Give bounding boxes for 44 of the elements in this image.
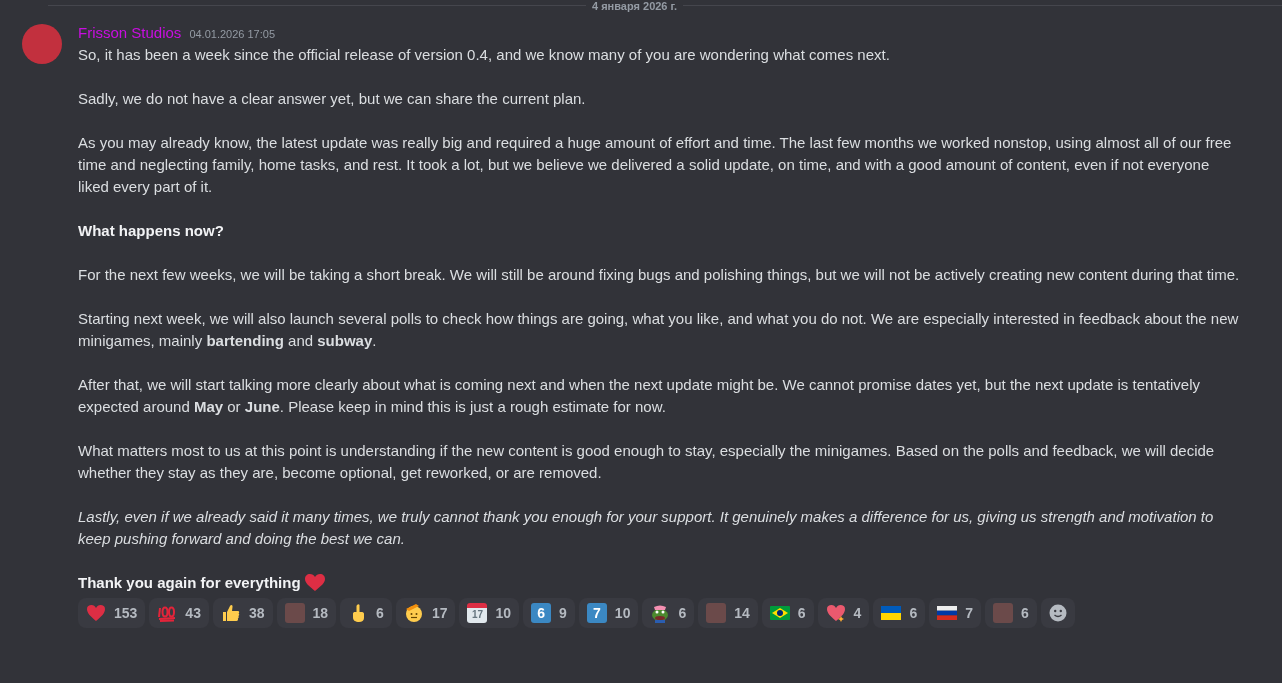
reaction-button[interactable]: 38 <box>212 598 273 628</box>
flag-icon <box>881 606 902 620</box>
heart-icon <box>86 603 106 623</box>
keycap-digit: 7 <box>586 603 607 623</box>
add-reaction-button[interactable] <box>1040 598 1075 628</box>
reaction-button[interactable]: 7 10 <box>578 598 639 628</box>
reaction-button[interactable]: 7 <box>929 598 981 628</box>
reaction-button[interactable]: 43 <box>149 598 209 628</box>
reaction-button[interactable]: 153 <box>78 598 146 628</box>
reaction-button[interactable]: 17 <box>395 598 456 628</box>
thumbs-up-icon <box>220 603 241 623</box>
reaction-button[interactable]: 6 <box>340 598 392 628</box>
message-paragraph: Starting next week, we will also launch several polls to check how things are going, what you like, and what you do not. We are especially interested in feedback about the new minigames, mainly bartending and subway. <box>78 309 1240 351</box>
reaction-button[interactable]: 6 <box>985 598 1037 628</box>
frog-icon <box>650 603 671 623</box>
reaction-button[interactable]: 4 <box>817 598 870 628</box>
message-paragraph: After that, we will start talking more clearly about what is coming next and when the next update might be. We cannot promise dates yet, but the next update is tentatively expected around May or June. Please keep in mind this is just a rough estimate for now. <box>78 375 1201 417</box>
closing-paragraph: Lastly, even if we already said it many times, we truly cannot thank you enough for your support. It genuinely makes a difference for us, giving us strength and motivation to keep pushing forward and doing the best we can. <box>78 507 1215 549</box>
thank-you-line: Thank you again for everything <box>78 573 301 593</box>
custom-emoji-placeholder <box>284 603 305 623</box>
message-paragraph: What matters most to us at this point is understanding if the new content is good enough to stay, especially the minigames. Based on the polls and feedback, we will decide whether they stay as they are, become optional, get reworked, or are removed. <box>78 441 1216 483</box>
smiley-icon <box>1048 604 1067 622</box>
reaction-button[interactable]: 18 <box>276 598 337 628</box>
heart-icon <box>304 574 325 592</box>
section-heading: What happens now? <box>78 221 225 241</box>
custom-emoji-placeholder <box>706 603 727 623</box>
keycap-digit: 6 <box>531 603 552 623</box>
message-paragraph: For the next few weeks, we will be taking a short break. We will still be around fixing bugs and polishing things, but we will not be actively creating new content during that time. <box>78 265 1241 285</box>
message-paragraph: Sadly, we do not have a clear answer yet, but we can share the current plan. <box>78 89 587 109</box>
timestamp: 04.01.2026 17:05 <box>189 27 275 42</box>
saluting-face-icon <box>403 603 424 623</box>
reaction-button[interactable]: 17 10 <box>459 598 520 628</box>
message-paragraph: So, it has been a week since the official release of version 0.4, and we know many of you are wondering what comes next. <box>78 45 891 65</box>
flag-icon <box>769 606 790 620</box>
reaction-button[interactable]: 6 9 <box>523 598 575 628</box>
flag-icon <box>937 606 958 620</box>
sparkling-heart-icon <box>825 603 846 623</box>
custom-emoji-placeholder <box>993 603 1013 623</box>
calendar-icon: 17 <box>467 603 488 623</box>
message-paragraph: As you may already know, the latest update was really big and required a huge amount of effort and time. The last few months we worked nonstop, using almost all of our free time and neglecting family, home tasks, and rest. It took a lot, but we believe we delivered a solid update, on time, and with a good amount of content, even if not everyone liked every part of it. <box>78 133 1233 197</box>
reaction-button[interactable]: 6 <box>761 598 814 628</box>
reaction-button[interactable]: 6 <box>642 598 695 628</box>
reaction-button[interactable]: 14 <box>698 598 758 628</box>
reaction-button[interactable]: 6 <box>873 598 926 628</box>
